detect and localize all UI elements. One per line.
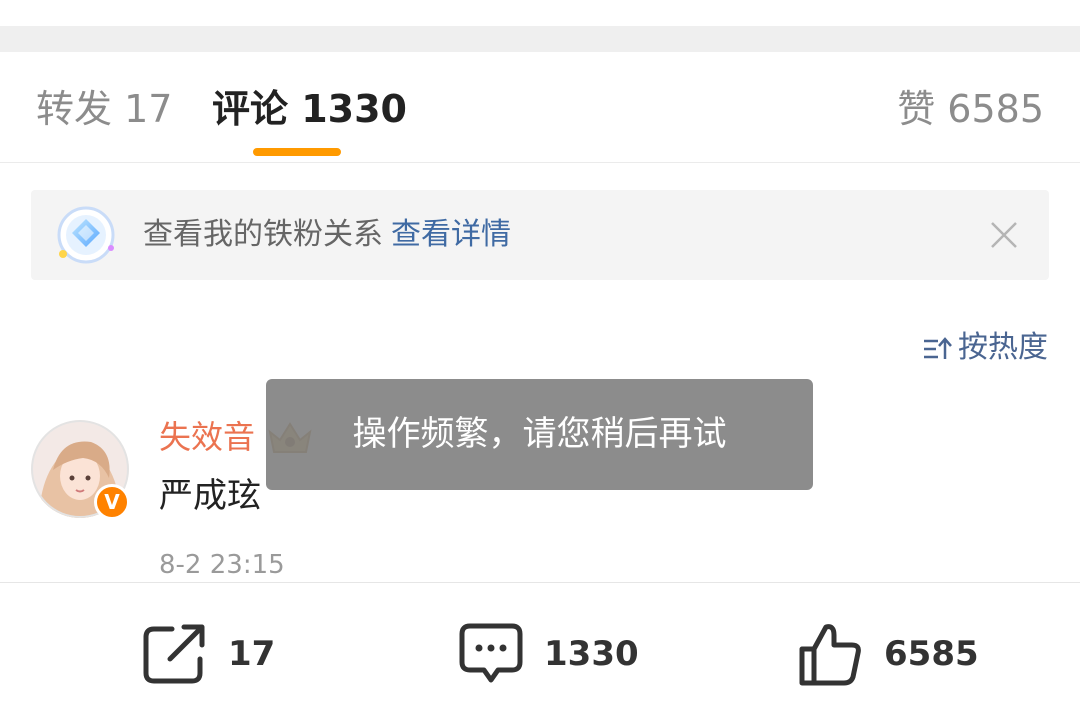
toast-message: 操作频繁，请您稍后再试 (266, 379, 813, 490)
fan-relationship-banner[interactable]: 查看我的铁粉关系 查看详情 (31, 190, 1049, 280)
tab-bar: 转发 17 评论 1330 赞 6585 (0, 52, 1080, 163)
share-icon (143, 624, 205, 684)
fan-banner-text: 查看我的铁粉关系 查看详情 (143, 214, 511, 256)
thumbs-up-icon (799, 624, 861, 686)
sort-button[interactable]: 按热度 (922, 327, 1048, 369)
comment-button[interactable]: 1330 (458, 619, 639, 689)
comment-icon (459, 623, 523, 683)
like-count: 6585 (884, 634, 979, 674)
repost-button[interactable]: 17 (142, 619, 275, 689)
verified-badge: V (94, 484, 130, 520)
comment-timestamp: 8-2 23:15 (159, 550, 285, 580)
repost-count: 17 (228, 634, 276, 674)
tab-repost[interactable]: 转发 17 (36, 86, 172, 132)
fan-banner-link[interactable]: 查看详情 (391, 217, 511, 252)
comment-username[interactable]: 失效音 (159, 416, 255, 458)
tab-likes[interactable]: 赞 6585 (897, 86, 1044, 132)
active-tab-indicator (253, 148, 341, 156)
like-button[interactable]: 6585 (798, 619, 979, 689)
sort-label: 按热度 (958, 330, 1048, 365)
section-divider (0, 26, 1080, 52)
comment-content: 严成玹 (159, 476, 261, 516)
bottom-action-bar: 17 1330 6585 (0, 582, 1080, 727)
tab-comments[interactable]: 评论 1330 (212, 86, 407, 132)
status-strip (0, 0, 1080, 26)
comment-count: 1330 (544, 634, 639, 674)
fan-banner-label: 查看我的铁粉关系 (143, 217, 383, 252)
diamond-badge-icon (57, 206, 115, 264)
close-icon[interactable] (989, 220, 1019, 250)
sort-icon (924, 336, 952, 359)
